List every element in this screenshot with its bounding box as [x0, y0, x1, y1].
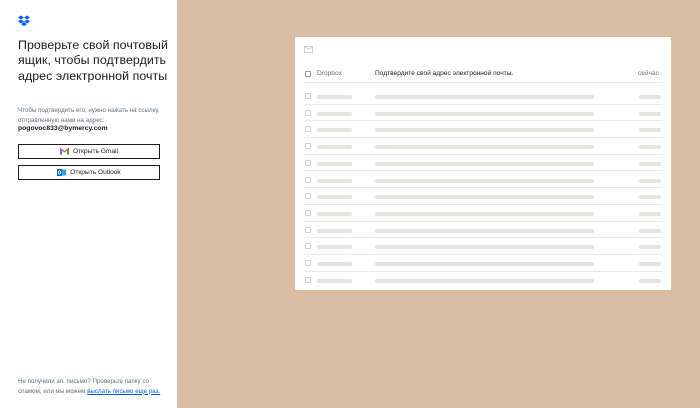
inbox-placeholder-row	[303, 255, 663, 272]
inbox-placeholder-row	[303, 205, 663, 222]
row-checkbox	[305, 193, 311, 200]
placeholder-time-bar	[639, 161, 661, 166]
row-checkbox	[305, 159, 311, 166]
placeholder-sender-bar	[317, 262, 352, 266]
placeholder-subject-bar	[375, 278, 594, 283]
dropbox-logo-icon[interactable]	[18, 15, 30, 27]
placeholder-sender-bar	[317, 145, 352, 150]
inbox-placeholder-row	[303, 172, 663, 189]
placeholder-time-bar	[639, 95, 661, 99]
placeholder-subject-bar	[375, 195, 594, 200]
resend-footer: Не получили эл. письмо? Проверьте папку …	[18, 377, 168, 396]
placeholder-sender-bar	[317, 111, 352, 116]
placeholder-sender-bar	[317, 161, 352, 166]
placeholder-subject-bar	[375, 95, 594, 99]
row-checkbox	[305, 209, 311, 216]
placeholder-time-bar	[639, 262, 661, 266]
placeholder-time-bar	[639, 211, 661, 216]
placeholder-time-bar	[639, 195, 661, 200]
inbox-placeholder-row	[303, 155, 663, 172]
instruction-text: Чтобы подтвердить его, нужно нажать на с…	[18, 107, 160, 124]
inbox-placeholder-row	[303, 272, 663, 289]
row-checkbox	[305, 109, 311, 116]
placeholder-subject-bar	[375, 161, 594, 166]
placeholder-sender-bar	[317, 195, 352, 200]
gmail-icon	[60, 148, 70, 155]
placeholder-time-bar	[639, 228, 661, 233]
row-checkbox	[305, 93, 311, 99]
inbox-row-dropbox: Dropbox Подтвердите свой адрес электронн…	[303, 66, 663, 83]
placeholder-sender-bar	[317, 211, 352, 216]
inbox-placeholder-row	[303, 238, 663, 255]
envelope-icon	[304, 46, 313, 53]
row-checkbox	[305, 226, 311, 233]
placeholder-sender-bar	[317, 245, 352, 250]
placeholder-sender-bar	[317, 95, 352, 99]
inbox-placeholder-row	[303, 105, 663, 122]
resend-email-link[interactable]: выслать письмо еще раз.	[87, 388, 160, 395]
row-checkbox	[305, 243, 311, 250]
open-gmail-label: Открыть Gmail	[73, 148, 118, 155]
placeholder-subject-bar	[375, 262, 594, 266]
email-address: pogovoc833@bymercy.com	[18, 125, 108, 132]
placeholder-time-bar	[639, 278, 661, 283]
placeholder-subject-bar	[375, 245, 594, 250]
open-outlook-button[interactable]: Открыть Outlook	[18, 165, 160, 180]
placeholder-subject-bar	[375, 211, 594, 216]
placeholder-subject-bar	[375, 228, 594, 233]
inbox-placeholder-row	[303, 188, 663, 205]
row-checkbox	[305, 176, 311, 183]
row-checkbox	[305, 143, 311, 150]
placeholder-sender-bar	[317, 278, 352, 283]
left-panel: Проверьте свой почтовый ящик, чтобы подт…	[0, 0, 177, 408]
inbox-placeholder-row	[303, 121, 663, 139]
inbox-placeholder-row	[303, 138, 663, 155]
page-heading: Проверьте свой почтовый ящик, чтобы подт…	[18, 38, 168, 83]
inbox-placeholder-row	[303, 88, 663, 105]
outlook-icon	[57, 169, 67, 176]
placeholder-subject-bar	[375, 178, 594, 183]
row-checkbox	[305, 71, 311, 77]
inbox-illustration: Dropbox Подтвердите свой адрес электронн…	[295, 37, 671, 290]
placeholder-sender-bar	[317, 228, 352, 233]
placeholder-time-bar	[639, 178, 661, 183]
placeholder-subject-bar	[375, 128, 594, 133]
row-subject: Подтвердите свой адрес электронной почты…	[375, 70, 514, 77]
row-checkbox	[305, 260, 311, 266]
placeholder-time-bar	[639, 128, 661, 133]
placeholder-time-bar	[639, 111, 661, 116]
placeholder-subject-bar	[375, 111, 594, 116]
inbox-placeholder-row	[303, 222, 663, 239]
open-gmail-button[interactable]: Открыть Gmail	[18, 144, 160, 159]
open-outlook-label: Открыть Outlook	[70, 169, 121, 176]
placeholder-time-bar	[639, 245, 661, 250]
placeholder-subject-bar	[375, 145, 594, 150]
row-time: сейчас	[637, 70, 659, 77]
row-checkbox	[305, 276, 311, 283]
placeholder-time-bar	[639, 145, 661, 150]
row-checkbox	[305, 126, 311, 133]
placeholder-sender-bar	[317, 178, 352, 183]
row-sender: Dropbox	[317, 70, 342, 77]
placeholder-sender-bar	[317, 128, 352, 133]
